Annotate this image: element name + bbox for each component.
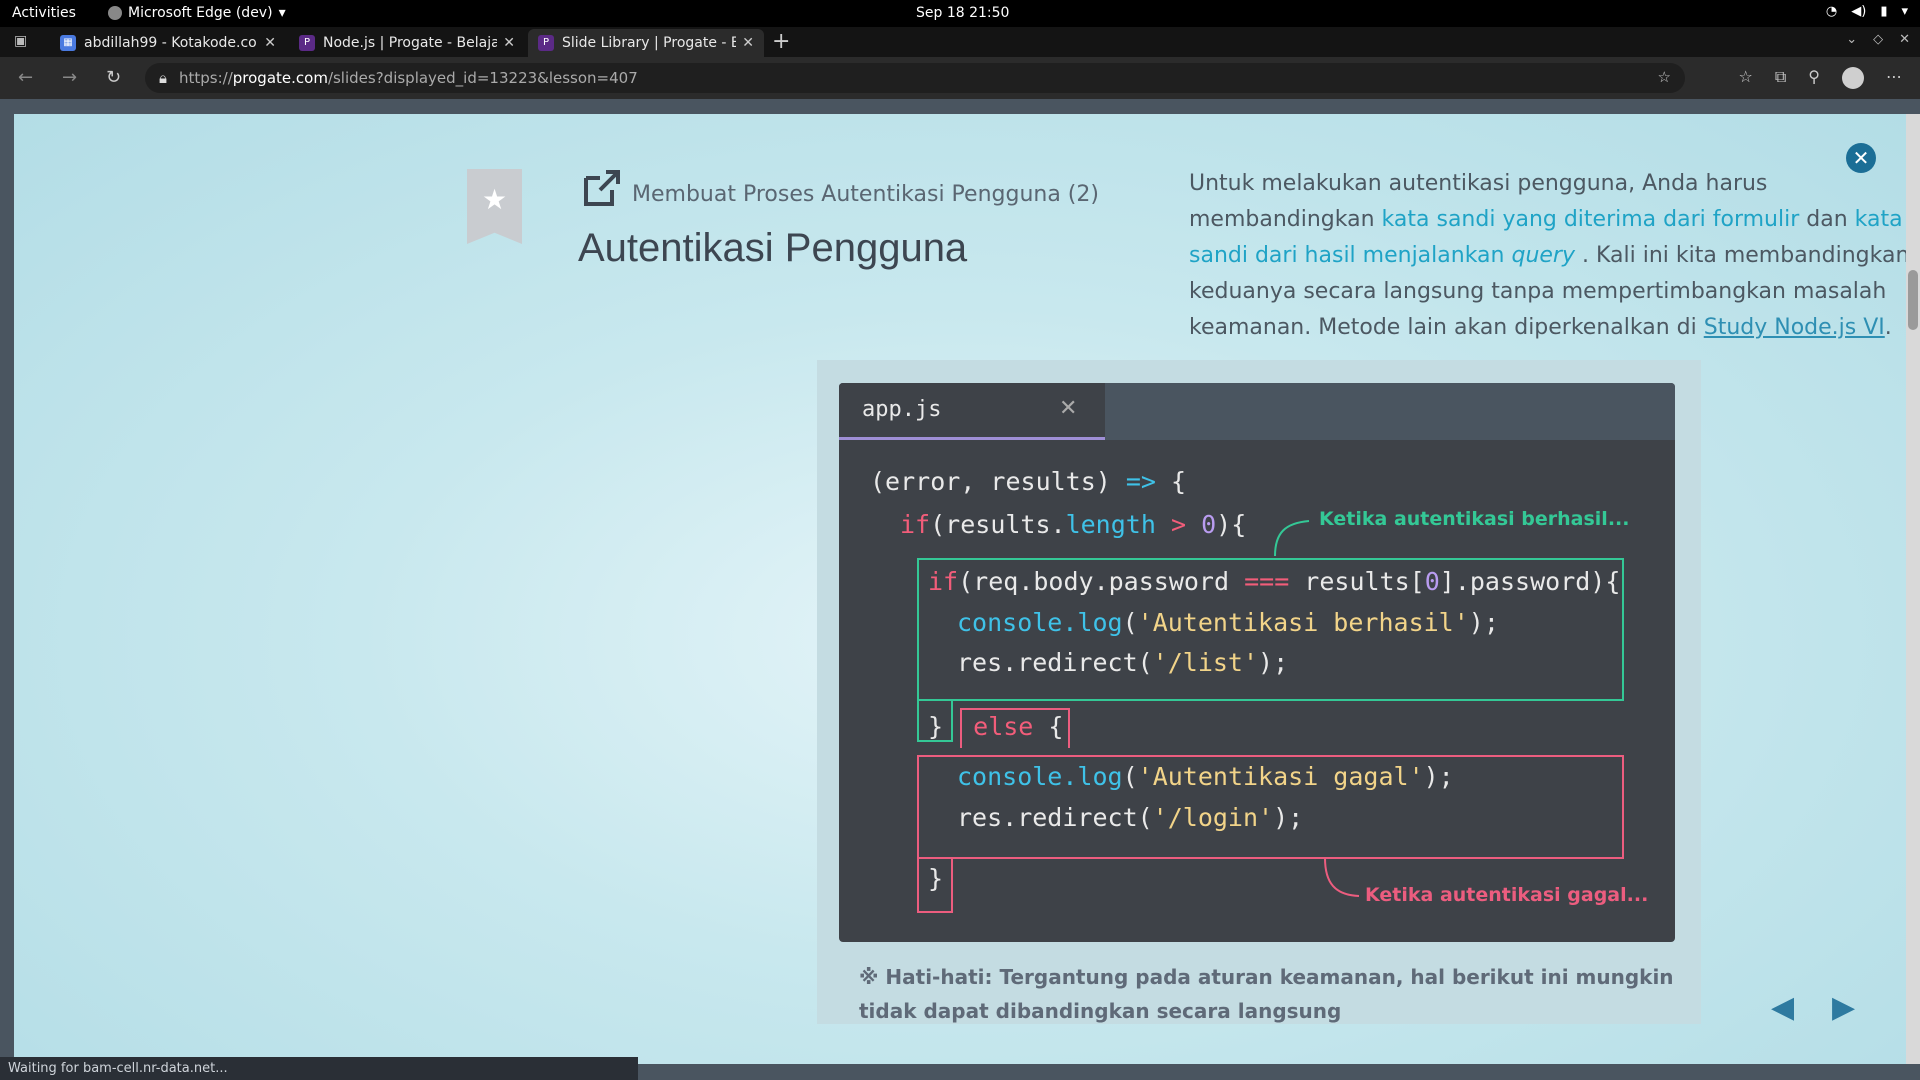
desc-highlight: kata sandi yang diterima dari formulir [1381, 207, 1800, 232]
tab-title: Node.js | Progate - Belajar [323, 35, 498, 51]
profile-avatar[interactable] [1842, 67, 1864, 89]
url-host: progate.com [232, 69, 328, 87]
next-slide-button[interactable]: ▶ [1832, 990, 1855, 1025]
new-tab-button[interactable]: + [772, 29, 790, 54]
code-editor: app.js ✕ Ketika autentikasi berhasil... … [839, 383, 1675, 942]
code-line: } else { [928, 712, 1064, 741]
back-arrow-icon[interactable]: ← [18, 67, 33, 88]
activities-button[interactable]: Activities [12, 5, 76, 21]
system-top-bar: Activities Microsoft Edge (dev) ▾ Sep 18… [0, 0, 1920, 27]
previous-slide-button[interactable]: ◀ [1771, 990, 1794, 1025]
volume-icon: ◀) [1851, 4, 1867, 19]
system-tray[interactable]: ◔ ◀) ▮ ▾ [1826, 4, 1908, 19]
tab-strip: ▣ ▦ abdillah99 - Kotakode.com ✕ P Node.j… [0, 27, 1920, 57]
app-name: Microsoft Edge (dev) [128, 5, 273, 21]
refresh-icon[interactable]: ↻ [106, 67, 121, 88]
scrollbar-thumb[interactable] [1908, 270, 1918, 330]
tab-progate-node[interactable]: P Node.js | Progate - Belajar ✕ [289, 29, 525, 57]
url-path: /slides?displayed_id=13223&lesson=407 [327, 69, 638, 87]
progate-favicon-icon: P [299, 35, 315, 51]
code-line: console.log('Autentikasi gagal'); [957, 762, 1454, 791]
window-controls: ⌄ ◇ ✕ [1846, 32, 1910, 47]
external-link-icon[interactable] [580, 166, 624, 210]
power-menu-icon: ▾ [1901, 4, 1908, 19]
tab-slide-library[interactable]: P Slide Library | Progate - Belajar ✕ [528, 29, 764, 57]
close-tab-icon[interactable]: ✕ [742, 35, 754, 51]
progate-favicon-icon: P [538, 35, 554, 51]
code-line: if(req.body.password === results[0].pass… [928, 567, 1621, 596]
wifi-icon: ◔ [1825, 4, 1838, 19]
edge-app-icon [108, 6, 122, 20]
app-menu[interactable]: Microsoft Edge (dev) ▾ [108, 5, 286, 21]
more-menu-icon[interactable]: ⋯ [1886, 67, 1902, 89]
clock[interactable]: Sep 18 21:50 [916, 5, 1009, 21]
close-tab-icon[interactable]: ✕ [264, 35, 276, 51]
address-bar[interactable]: 🔒︎ https:// progate.com /slides?displaye… [145, 63, 1685, 93]
page-scrollbar[interactable] [1906, 114, 1920, 1064]
code-line: console.log('Autentikasi berhasil'); [957, 608, 1499, 637]
desc-highlight-em: query [1511, 243, 1575, 268]
kotakode-favicon-icon: ▦ [60, 35, 76, 51]
code-line: (error, results) => { [870, 467, 1187, 496]
code-line: if(results.length > 0){ [900, 510, 1247, 539]
add-favorite-icon[interactable]: ☆ [1658, 68, 1671, 86]
close-slide-icon[interactable]: ✕ [1846, 143, 1876, 173]
navigation-bar: ← → ↻ 🔒︎ https:// progate.com /slides?di… [0, 57, 1920, 99]
collections-icon[interactable]: ⧉ [1775, 67, 1786, 89]
code-line: res.redirect('/login'); [957, 803, 1304, 832]
tab-search-icon[interactable]: ⌄ [1846, 32, 1857, 47]
slide-description: Untuk melakukan autentikasi pengguna, An… [1189, 166, 1906, 346]
tab-title: Slide Library | Progate - Belajar [562, 35, 737, 51]
tab-kotakode[interactable]: ▦ abdillah99 - Kotakode.com ✕ [50, 29, 286, 57]
close-window-icon[interactable]: ✕ [1899, 32, 1910, 47]
code-body: (error, results) => { if(results.length … [839, 383, 1675, 942]
tab-title: abdillah99 - Kotakode.com [84, 35, 259, 51]
close-tab-icon[interactable]: ✕ [503, 35, 515, 51]
chevron-down-icon: ▾ [278, 5, 286, 21]
slide-title: Autentikasi Pengguna [578, 226, 968, 270]
lesson-subtitle: Membuat Proses Autentikasi Pengguna (2) [632, 182, 1099, 207]
desc-text: dan [1799, 207, 1855, 232]
code-line: res.redirect('/list'); [957, 648, 1289, 677]
favorites-icon[interactable]: ☆ [1739, 67, 1753, 89]
slide-viewer: ★ Membuat Proses Autentikasi Pengguna (2… [14, 114, 1906, 1064]
battery-icon: ▮ [1880, 4, 1888, 19]
study-node-link[interactable]: Study Node.js VI [1704, 315, 1885, 340]
code-line: } [928, 864, 944, 893]
code-figure: app.js ✕ Ketika autentikasi berhasil... … [817, 360, 1701, 1024]
lock-icon[interactable]: 🔒︎ [159, 69, 167, 87]
caution-note: ※ Hati-hati: Tergantung pada aturan keam… [859, 965, 1674, 1023]
tab-actions-icon[interactable]: ▣ [14, 33, 27, 49]
status-bar: Waiting for bam-cell.nr-data.net... [0, 1057, 638, 1080]
toolbar: ☆ ⧉ ⚲ ⋯ [1739, 67, 1902, 89]
extensions-icon[interactable]: ⚲ [1808, 67, 1820, 89]
bookmark-icon[interactable]: ★ [467, 169, 522, 244]
restore-icon[interactable]: ◇ [1873, 32, 1883, 47]
url-scheme: https:// [178, 69, 233, 87]
desc-text: . [1884, 315, 1892, 340]
forward-arrow-icon[interactable]: → [62, 67, 77, 88]
